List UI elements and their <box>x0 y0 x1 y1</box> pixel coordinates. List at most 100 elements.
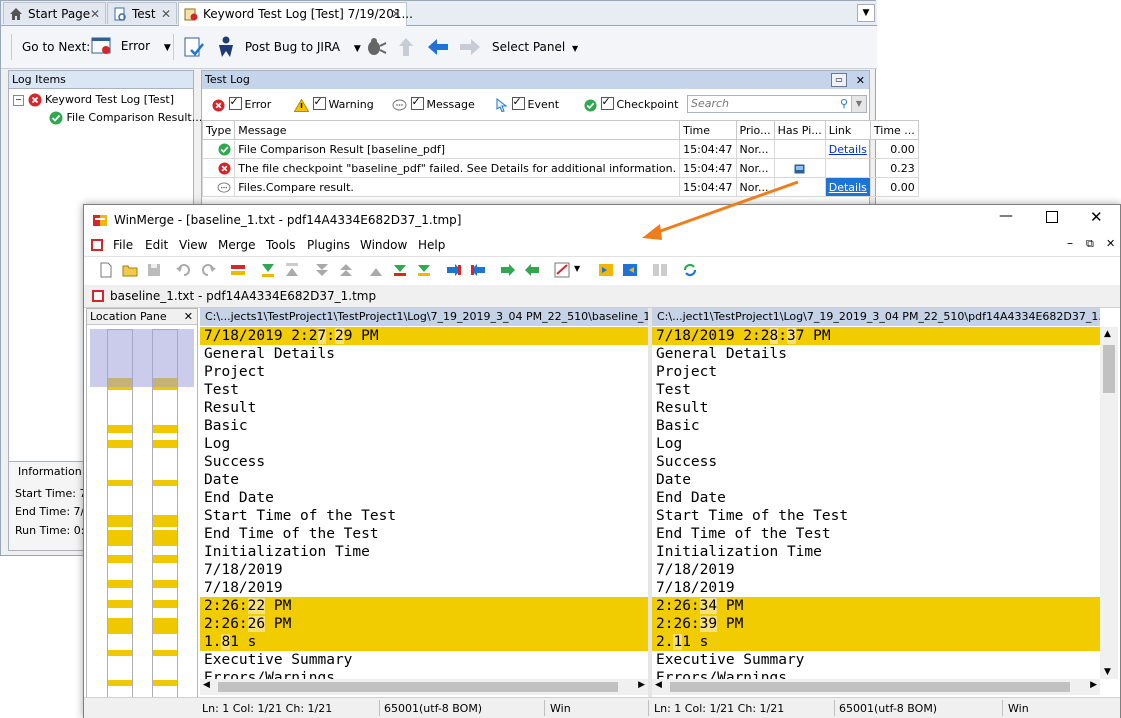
checkbox-checked-icon[interactable] <box>312 95 326 110</box>
scroll-left-icon[interactable]: ◀ <box>203 680 210 690</box>
document-tab[interactable]: baseline_1.txt - pdf14A4334E682D37_1.tmp <box>84 285 1120 308</box>
filter-message[interactable]: Message <box>392 95 475 112</box>
current-diff-icon[interactable] <box>368 262 384 278</box>
tab-keyword-test-log[interactable]: Keyword Test Log [Test] 7/19/201... ✕ <box>178 2 413 26</box>
col-priority[interactable]: Prio... <box>735 120 775 140</box>
right-diff-pane[interactable]: 7/18/2019 2:28:37 PM General Details Proje… <box>652 327 1100 679</box>
arrow-left-icon[interactable] <box>426 38 450 56</box>
arrow-right-icon[interactable] <box>458 38 482 56</box>
options-icon[interactable] <box>554 262 570 278</box>
checkbox-checked-icon[interactable] <box>511 95 525 110</box>
restore-icon[interactable]: ▭ <box>831 73 847 87</box>
table-row[interactable]: The file checkpoint "baseline_pdf" faile… <box>201 158 919 178</box>
details-link[interactable]: Details <box>829 143 867 156</box>
log-tree-child[interactable]: File Comparison Result... <box>49 111 202 125</box>
checkbox-checked-icon[interactable] <box>228 95 242 110</box>
menu-edit[interactable]: Edit <box>145 238 168 252</box>
menu-window[interactable]: Window <box>360 238 407 252</box>
log-tree-root[interactable]: − Keyword Test Log [Test] <box>13 93 174 107</box>
col-message[interactable]: Message <box>234 120 681 140</box>
search-icon[interactable]: ⚲ <box>840 96 848 112</box>
close-icon[interactable]: ✕ <box>184 309 193 325</box>
copy-left-advance-icon[interactable] <box>524 262 540 278</box>
scroll-right-icon[interactable]: ▶ <box>638 680 645 690</box>
redo-icon[interactable] <box>200 262 216 278</box>
select-panel-dropdown[interactable]: Select Panel ▼ <box>492 40 578 54</box>
left-horizontal-scrollbar[interactable]: ◀ ▶ <box>200 679 648 695</box>
post-bug-jira-button[interactable]: Post Bug to JIRA ▼ <box>215 35 361 59</box>
first-diff-icon[interactable] <box>314 262 330 278</box>
location-viewport-indicator[interactable] <box>90 329 194 387</box>
menu-view[interactable]: View <box>179 238 207 252</box>
filter-error[interactable]: Error <box>212 95 271 112</box>
open-icon[interactable] <box>122 262 138 278</box>
mdi-close-button[interactable]: ✕ <box>1106 237 1115 250</box>
filter-checkpoint[interactable]: Checkpoint <box>584 95 678 112</box>
col-time-duration[interactable]: Time ... <box>869 120 919 140</box>
col-time[interactable]: Time <box>679 120 737 140</box>
mdi-minimize-button[interactable]: – <box>1067 236 1073 250</box>
table-row[interactable]: File Comparison Result [baseline_pdf] 15… <box>201 139 919 159</box>
chevron-down-icon[interactable]: ▼ <box>574 264 580 273</box>
menu-tools[interactable]: Tools <box>266 238 296 252</box>
close-icon[interactable]: ✕ <box>856 72 865 90</box>
close-icon[interactable]: ✕ <box>391 3 401 25</box>
scroll-up-icon[interactable]: ▲ <box>1104 329 1111 339</box>
filter-warning[interactable]: Warning <box>294 95 374 112</box>
pane-splitter[interactable] <box>648 308 652 697</box>
document-icon[interactable] <box>90 238 104 252</box>
close-icon[interactable]: ✕ <box>161 3 171 25</box>
arrow-up-icon[interactable] <box>397 36 415 58</box>
expand-icon[interactable] <box>598 262 614 278</box>
winmerge-toolbar: ▼ <box>84 256 1120 286</box>
close-icon[interactable]: ✕ <box>90 3 100 25</box>
minimize-button[interactable]: — <box>999 208 1013 224</box>
text-line: 7/18/2019 <box>204 562 283 578</box>
chevron-down-icon[interactable]: ▼ <box>851 96 866 112</box>
maximize-button[interactable] <box>1046 211 1058 223</box>
menu-plugins[interactable]: Plugins <box>307 238 350 252</box>
col-has-picture[interactable]: Has Pi... <box>773 120 826 140</box>
collapse-panes-icon[interactable] <box>622 262 638 278</box>
checkbox-checked-icon[interactable] <box>410 95 424 110</box>
collapse-icon[interactable]: − <box>13 94 24 106</box>
goto-next-error-dropdown[interactable]: Error ▼ <box>91 36 171 56</box>
select-current-diff-icon[interactable] <box>230 262 246 278</box>
last-diff-icon[interactable] <box>338 262 354 278</box>
right-horizontal-scrollbar[interactable]: ◀ ▶ <box>652 679 1100 695</box>
details-link[interactable]: Details <box>829 181 867 194</box>
compare-icon[interactable] <box>652 262 668 278</box>
search-input[interactable]: Search ⚲ ▼ <box>687 95 867 113</box>
tab-test[interactable]: Test ✕ <box>107 2 177 24</box>
bug-icon[interactable] <box>363 36 387 58</box>
copy-right-advance-icon[interactable] <box>500 262 516 278</box>
table-row[interactable]: Files.Compare result. 15:04:47 Nor... De… <box>201 177 919 197</box>
col-link[interactable]: Link <box>824 120 871 140</box>
copy-left-icon[interactable] <box>470 262 486 278</box>
filter-event[interactable]: Event <box>495 95 559 112</box>
checkpoint-report-icon[interactable] <box>182 36 206 60</box>
menu-file[interactable]: File <box>113 238 133 252</box>
checkbox-checked-icon[interactable] <box>600 95 614 110</box>
vertical-scrollbar[interactable]: ▲ ▼ <box>1100 327 1118 679</box>
copy-right-icon[interactable] <box>446 262 462 278</box>
next-diff-icon[interactable] <box>260 262 276 278</box>
next-conflict-icon[interactable] <box>392 262 408 278</box>
prev-diff-icon[interactable] <box>284 262 300 278</box>
tab-list-dropdown[interactable]: ▼ <box>857 4 875 22</box>
menu-help[interactable]: Help <box>418 238 445 252</box>
undo-icon[interactable] <box>176 262 192 278</box>
mdi-restore-button[interactable]: ⧉ <box>1086 237 1094 251</box>
refresh-icon[interactable] <box>682 262 698 278</box>
close-button[interactable]: ✕ <box>1090 208 1103 226</box>
scroll-left-icon[interactable]: ◀ <box>655 680 662 690</box>
left-diff-pane[interactable]: 7/18/2019 2:27:29 PM General Details Proje… <box>200 327 648 679</box>
scroll-down-icon[interactable]: ▼ <box>1104 667 1111 677</box>
new-icon[interactable] <box>98 262 114 278</box>
scroll-right-icon[interactable]: ▶ <box>1090 680 1097 690</box>
menu-merge[interactable]: Merge <box>218 238 255 252</box>
prev-conflict-icon[interactable] <box>416 262 432 278</box>
col-type[interactable]: Type <box>201 120 236 140</box>
save-icon[interactable] <box>146 262 162 278</box>
tab-start-page[interactable]: Start Page ✕ <box>3 2 106 24</box>
